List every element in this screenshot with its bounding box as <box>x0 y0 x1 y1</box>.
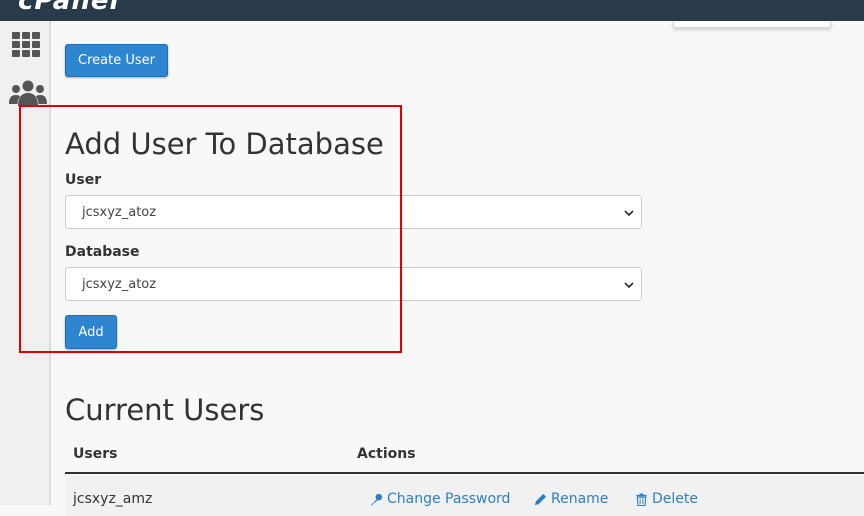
current-users-heading: Current Users <box>65 393 265 427</box>
add-button[interactable]: Add <box>65 315 117 349</box>
create-user-button[interactable]: Create User <box>65 44 168 77</box>
key-icon <box>370 493 383 505</box>
table-row: jcsxyz_amz Change Password Rename Delete <box>65 476 864 516</box>
add-user-to-database-heading: Add User To Database <box>65 127 384 161</box>
users-icon[interactable] <box>9 78 47 108</box>
user-select[interactable]: jcsxyz_atoz <box>65 195 642 229</box>
user-field-label: User <box>65 172 102 188</box>
chevron-down-icon <box>624 282 634 289</box>
top-header-bar: cPanel <box>0 0 864 21</box>
header-dropdown-panel <box>673 21 831 28</box>
cpanel-logo[interactable]: cPanel <box>18 0 119 16</box>
database-select[interactable]: jcsxyz_atoz <box>65 267 642 301</box>
user-select-value: jcsxyz_atoz <box>82 204 157 220</box>
column-header-actions: Actions <box>357 446 416 462</box>
pencil-icon <box>534 493 547 505</box>
database-select-value: jcsxyz_atoz <box>82 276 157 292</box>
database-field-label: Database <box>65 244 140 260</box>
trash-icon <box>636 492 647 506</box>
grid-icon[interactable] <box>10 30 42 60</box>
left-sidebar <box>0 21 51 505</box>
users-table-header: Users Actions <box>65 436 864 474</box>
chevron-down-icon <box>624 210 634 217</box>
column-header-users: Users <box>73 446 118 462</box>
